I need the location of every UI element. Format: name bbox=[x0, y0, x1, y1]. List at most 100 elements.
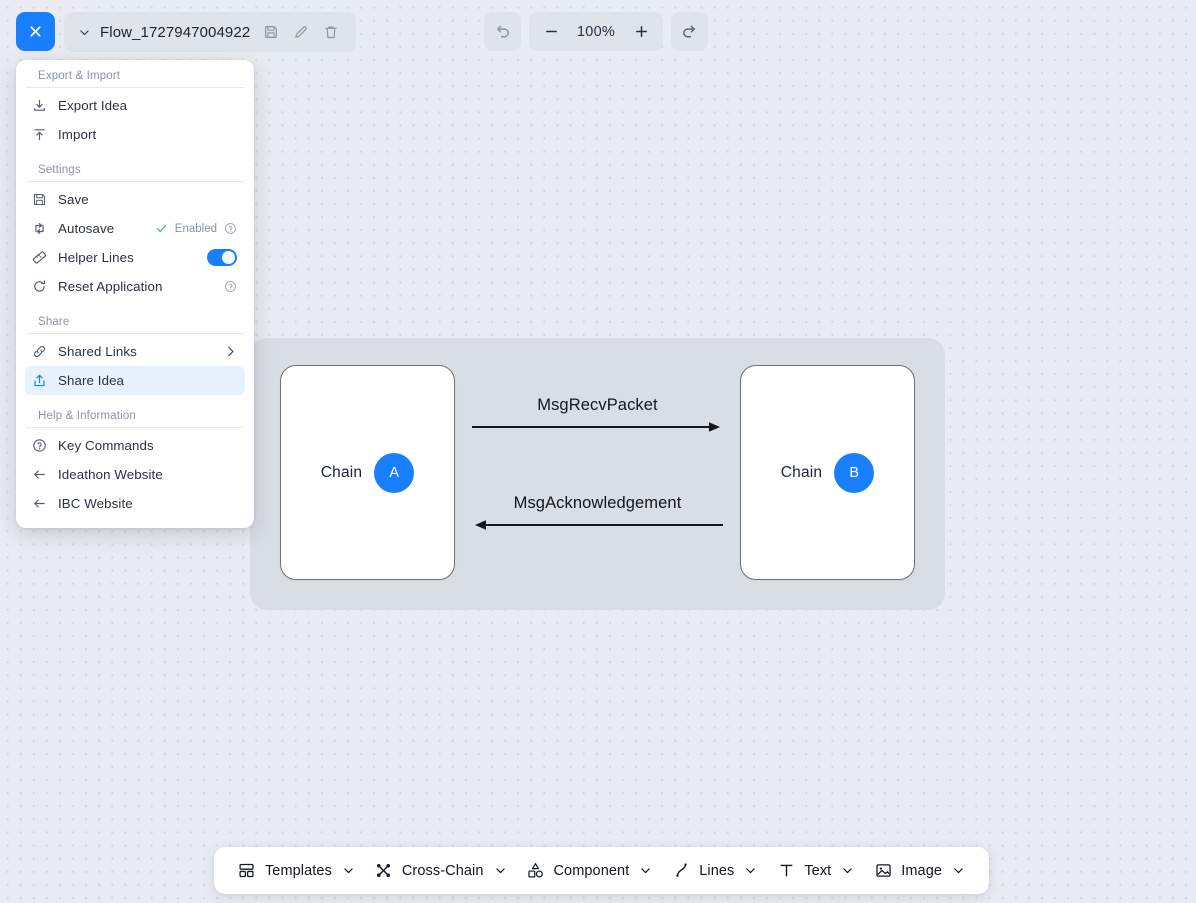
chevron-down-icon[interactable] bbox=[841, 864, 854, 877]
text-t-icon bbox=[777, 862, 795, 880]
toolbar-item-lines[interactable]: Lines bbox=[664, 856, 765, 886]
edit-flow-button[interactable] bbox=[286, 17, 316, 47]
menu-divider-gap-3 bbox=[16, 395, 254, 404]
menu-divider-gap-2 bbox=[16, 301, 254, 310]
chain-node-label: Chain bbox=[320, 463, 363, 481]
save-disk-icon bbox=[31, 191, 48, 208]
zoom-out-button[interactable] bbox=[533, 14, 569, 49]
menu-item-reset-application[interactable]: Reset Application bbox=[25, 272, 245, 301]
menu-item-label: IBC Website bbox=[58, 496, 133, 511]
menu-item-label: Export Idea bbox=[58, 98, 128, 113]
menu-section-label-share: Share bbox=[26, 310, 244, 334]
toolbar-item-cross-chain[interactable]: Cross-Chain bbox=[367, 856, 515, 886]
chain-node-a[interactable]: Chain A bbox=[280, 365, 455, 580]
flow-dropdown-toggle[interactable] bbox=[72, 18, 96, 46]
help-circle-icon bbox=[31, 437, 48, 454]
menu-item-autosave[interactable]: Autosave Enabled bbox=[25, 214, 245, 243]
curve-line-icon bbox=[672, 862, 690, 880]
link-icon bbox=[31, 343, 48, 360]
menu-section-label-export-import: Export & Import bbox=[26, 68, 244, 88]
help-circle-icon[interactable] bbox=[224, 280, 237, 293]
undo-button[interactable] bbox=[484, 12, 521, 51]
toolbar-item-component[interactable]: Component bbox=[518, 856, 660, 886]
flow-title: Flow_1727947004922 bbox=[100, 23, 251, 41]
menu-item-label: Autosave bbox=[58, 221, 115, 236]
toolbar-item-label: Component bbox=[553, 862, 630, 879]
menu-item-label: Key Commands bbox=[58, 438, 154, 453]
toolbar-item-label: Text bbox=[804, 862, 832, 879]
menu-item-save[interactable]: Save bbox=[25, 185, 245, 214]
menu-item-label: Ideathon Website bbox=[58, 467, 163, 482]
autosave-status-label: Enabled bbox=[174, 222, 217, 235]
menu-item-label: Reset Application bbox=[58, 279, 163, 294]
menu-item-helper-lines[interactable]: Helper Lines bbox=[25, 243, 245, 272]
save-disk-icon bbox=[265, 26, 278, 38]
zoom-level: 100% bbox=[577, 23, 615, 40]
toolbar-item-label: Image bbox=[901, 862, 943, 879]
zoom-pill: 100% bbox=[529, 12, 663, 51]
redo-button[interactable] bbox=[671, 12, 708, 51]
check-icon bbox=[156, 225, 166, 233]
cross-chain-icon bbox=[375, 862, 393, 880]
toolbar-item-label: Templates bbox=[264, 862, 332, 879]
delete-flow-button[interactable] bbox=[316, 17, 346, 47]
refresh-icon bbox=[31, 278, 48, 295]
menu-item-ibc-website[interactable]: IBC Website bbox=[25, 489, 245, 518]
shapes-icon bbox=[526, 862, 544, 880]
minus-icon bbox=[545, 30, 557, 33]
trash-icon bbox=[325, 26, 337, 39]
toolbar-item-label: Lines bbox=[699, 862, 735, 879]
menu-item-share-idea[interactable]: Share Idea bbox=[25, 366, 245, 395]
menu-item-import[interactable]: Import bbox=[25, 120, 245, 149]
chain-node-badge: A bbox=[374, 452, 415, 493]
chevron-down-icon[interactable] bbox=[342, 864, 355, 877]
helper-lines-toggle-group bbox=[207, 249, 237, 266]
toolbar-item-text[interactable]: Text bbox=[769, 856, 862, 886]
arrow-left-icon bbox=[475, 520, 723, 530]
menu-item-label: Shared Links bbox=[58, 344, 137, 359]
plus-icon bbox=[635, 26, 647, 37]
edge-msgacknowledgement[interactable]: MsgAcknowledgement bbox=[470, 494, 725, 533]
toolbar-item-image[interactable]: Image bbox=[866, 856, 973, 886]
undo-arrow-icon bbox=[497, 25, 509, 38]
shared-links-chevron-group bbox=[224, 345, 237, 358]
arrow-left-icon bbox=[31, 495, 48, 512]
loop-arrows-icon bbox=[31, 220, 48, 237]
menu-item-export-idea[interactable]: Export Idea bbox=[25, 91, 245, 120]
redo-arrow-icon bbox=[683, 25, 695, 38]
edge-msgrecvpacket[interactable]: MsgRecvPacket bbox=[470, 396, 725, 435]
close-button[interactable] bbox=[16, 12, 55, 51]
menu-item-label: Share Idea bbox=[58, 373, 125, 388]
save-flow-button[interactable] bbox=[256, 17, 286, 47]
toolbar-item-templates[interactable]: Templates bbox=[230, 856, 363, 886]
helper-lines-toggle[interactable] bbox=[207, 249, 237, 266]
chevron-right-icon bbox=[228, 346, 234, 357]
download-icon bbox=[31, 97, 48, 114]
bottom-toolbar: Templates Cross-Chain Component Lines Te… bbox=[214, 847, 989, 894]
zoom-in-button[interactable] bbox=[623, 14, 659, 49]
menu-item-ideathon-website[interactable]: Ideathon Website bbox=[25, 460, 245, 489]
pencil-icon bbox=[295, 26, 308, 38]
chevron-down-icon[interactable] bbox=[494, 864, 507, 877]
chain-node-b[interactable]: Chain B bbox=[740, 365, 915, 580]
ruler-icon bbox=[31, 249, 48, 266]
menu-section-label-help-information: Help & Information bbox=[26, 404, 244, 428]
close-icon bbox=[30, 26, 41, 37]
chevron-down-icon[interactable] bbox=[744, 864, 757, 877]
edge-label: MsgRecvPacket bbox=[537, 396, 658, 414]
chevron-down-icon[interactable] bbox=[952, 864, 965, 877]
menu-item-label: Save bbox=[58, 192, 89, 207]
templates-icon bbox=[238, 862, 256, 880]
menu-item-shared-links[interactable]: Shared Links bbox=[25, 337, 245, 366]
chain-node-badge: B bbox=[834, 452, 875, 493]
arrow-right-icon bbox=[472, 422, 720, 432]
autosave-status-group: Enabled bbox=[155, 222, 237, 235]
menu-section-label-settings: Settings bbox=[26, 158, 244, 182]
edge-label: MsgAcknowledgement bbox=[513, 494, 682, 512]
share-up-icon bbox=[31, 372, 48, 389]
image-icon bbox=[874, 862, 892, 880]
chevron-down-icon[interactable] bbox=[639, 864, 652, 877]
menu-item-key-commands[interactable]: Key Commands bbox=[25, 431, 245, 460]
help-circle-icon[interactable] bbox=[224, 222, 237, 235]
toggle-knob bbox=[222, 251, 235, 264]
